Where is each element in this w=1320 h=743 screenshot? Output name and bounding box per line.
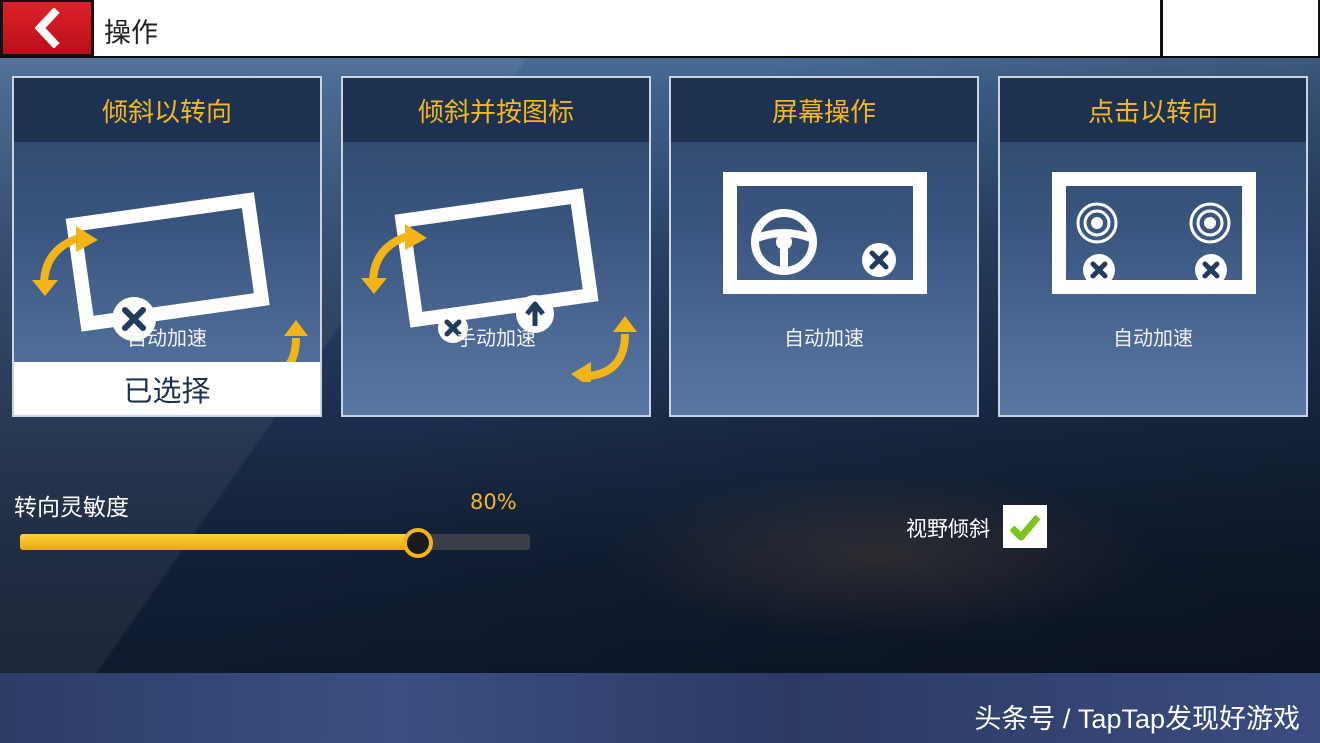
mode-card-subtitle: 自动加速 (1113, 326, 1193, 350)
watermark-text: 头条号 / TapTap发现好游戏 (974, 704, 1300, 734)
mode-card-subtitle: 自动加速 (127, 326, 207, 350)
chevron-left-icon (34, 8, 60, 48)
page-title: 操作 (104, 18, 158, 49)
selected-badge: 已选择 (14, 362, 320, 415)
slider-thumb[interactable] (403, 528, 433, 558)
mode-card-title: 倾斜并按图标 (343, 78, 649, 142)
mode-card-subtitle: 手动加速 (456, 326, 536, 350)
header-right-panel (1163, 0, 1318, 56)
title-bar: 操作 (94, 0, 1160, 56)
slider-fill (20, 534, 418, 550)
steering-sensitivity-label: 转向灵敏度 (14, 495, 129, 521)
footer-strip: 头条号 / TapTap发现好游戏 (0, 673, 1320, 743)
mode-card-tilt-press[interactable]: 倾斜并按图标 手动加速 (341, 76, 651, 417)
mode-card-title: 屏幕操作 (671, 78, 977, 142)
mode-card-tap-steer[interactable]: 点击以转向 自动加速 (998, 76, 1308, 417)
view-tilt-checkbox[interactable] (1003, 505, 1047, 548)
mode-card-title: 点击以转向 (1000, 78, 1306, 142)
steering-sensitivity-value: 80% (470, 490, 517, 514)
checkmark-icon (1009, 514, 1041, 540)
mode-card-subtitle: 自动加速 (784, 326, 864, 350)
top-bar: 操作 (0, 0, 1320, 58)
background-glow (600, 470, 1160, 640)
view-tilt-label: 视野倾斜 (906, 517, 990, 541)
mode-card-tilt-steer[interactable]: 倾斜以转向 自动加速 已选择 (12, 76, 322, 417)
mode-card-title: 倾斜以转向 (14, 78, 320, 142)
back-button[interactable] (3, 2, 91, 54)
steering-sensitivity-slider[interactable] (20, 528, 530, 558)
mode-card-screen-control[interactable]: 屏幕操作 自动加速 (669, 76, 979, 417)
